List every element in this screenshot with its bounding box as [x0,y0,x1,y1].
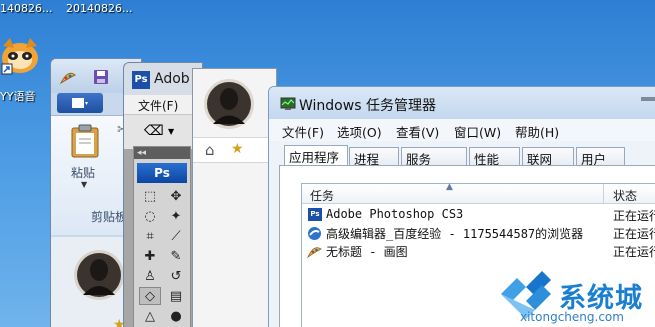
column-status[interactable]: 状态 [613,187,637,204]
minimize-icon[interactable] [641,97,655,101]
row-name: 无标题 - 画图 [326,245,408,259]
clone-stamp-tool-icon[interactable]: ♙ [139,267,161,285]
photoshop-icon: Ps [308,208,322,221]
tab-users[interactable]: 用户 [576,147,625,167]
healing-brush-tool-icon[interactable]: ✚ [139,247,161,265]
paint-app-icon [59,72,76,85]
toolbox-collapse-icon[interactable]: ◂◂ [134,147,190,159]
menu-file[interactable]: 文件(F) [138,97,178,114]
desktop-file-label-1[interactable]: 140826... [0,2,52,15]
dodge-tool-icon[interactable]: ● [165,307,187,325]
row-status: 正在运行 [613,245,655,259]
photoshop-title: Adob [154,71,190,87]
history-brush-tool-icon[interactable]: ↺ [165,267,187,285]
menu-view[interactable]: 查看(V) [396,122,439,141]
eraser-tool-icon[interactable]: ◇ [139,287,161,305]
desktop-file-label-2[interactable]: 20140826... [66,2,132,15]
tab-applications[interactable]: 应用程序 [284,145,348,167]
lasso-tool-icon[interactable]: ◌ [139,207,161,225]
task-manager-titlebar[interactable]: Windows 任务管理器 [269,87,655,119]
tab-networking[interactable]: 联网 [522,147,574,167]
paint-menu-button[interactable] [57,93,103,113]
menu-icon [72,98,88,108]
avatar [204,79,254,129]
tab-processes[interactable]: 进程 [349,147,399,167]
tool-preset-dropdown-icon[interactable]: ▼ [168,127,174,136]
avatar [74,250,124,300]
paint-icon [307,247,322,259]
tab-services[interactable]: 服务 [401,147,467,167]
watermark-url: xitongcheng.com [520,310,624,324]
marquee-tool-icon[interactable]: ⬚ [139,187,161,205]
paste-button[interactable]: 粘贴 [71,164,95,181]
table-row[interactable]: 高级编辑器_百度经验 - 1175544587的浏览器 正在运行 [302,224,655,242]
magic-wand-tool-icon[interactable]: ✦ [165,207,187,225]
yy-voice-label[interactable]: YY语音 [0,88,35,104]
table-row[interactable]: 无标题 - 画图 正在运行 [302,242,655,260]
clipboard-group-label: 剪贴板 [91,210,128,224]
menu-help[interactable]: 帮助(H) [515,122,559,141]
task-manager-menubar: 文件(F) 选项(O) 查看(V) 窗口(W) 帮助(H) [269,119,655,141]
home-icon[interactable]: ⌂ [205,141,215,159]
raccoon-icon [1,38,38,75]
browser-window[interactable]: ⌂ ★ [192,68,277,327]
blur-tool-icon[interactable]: △ [139,307,161,325]
row-name: 高级编辑器_百度经验 - 1175544587的浏览器 [326,227,584,241]
photoshop-badge: Ps [137,163,187,183]
menu-window[interactable]: 窗口(W) [454,122,501,141]
row-name: Adobe Photoshop CS3 [326,207,464,221]
column-task[interactable]: 任务 [310,187,334,204]
star-icon[interactable]: ★ [231,141,244,157]
clipboard-icon [71,124,99,158]
row-status: 正在运行 [613,209,655,223]
task-list-header: 任务 ▲ 状态 [302,182,655,204]
task-manager-title: Windows 任务管理器 [299,98,436,114]
column-divider[interactable] [603,184,604,204]
brush-tool-icon[interactable]: ✎ [165,247,187,265]
row-status: 正在运行 [613,227,655,241]
sort-arrow-icon: ▲ [446,182,453,192]
gradient-tool-icon[interactable]: ▤ [165,287,187,305]
task-manager-icon [280,97,296,110]
paste-dropdown-icon[interactable]: ▼ [81,180,87,189]
photoshop-app-icon: Ps [132,71,150,89]
save-icon[interactable] [93,69,109,85]
table-row[interactable]: Ps Adobe Photoshop CS3 正在运行 [302,206,655,224]
menu-options[interactable]: 选项(O) [337,122,382,141]
photoshop-toolbox[interactable]: ◂◂ Ps ⬚ ✥ ◌ ✦ ⌗ ⟋ ✚ ✎ ♙ ↺ ◇ ▤ △ ● [133,146,191,327]
browser-nav-bar: ⌂ ★ [193,137,276,163]
move-tool-icon[interactable]: ✥ [165,187,187,205]
crop-tool-icon[interactable]: ⌗ [139,227,161,245]
slice-tool-icon[interactable]: ⟋ [165,227,187,245]
eraser-icon[interactable]: ⌫ [144,123,164,139]
tab-performance[interactable]: 性能 [469,147,520,167]
yy-voice-shortcut[interactable] [0,36,40,79]
menu-file[interactable]: 文件(F) [282,122,324,141]
browser-icon [308,227,321,240]
